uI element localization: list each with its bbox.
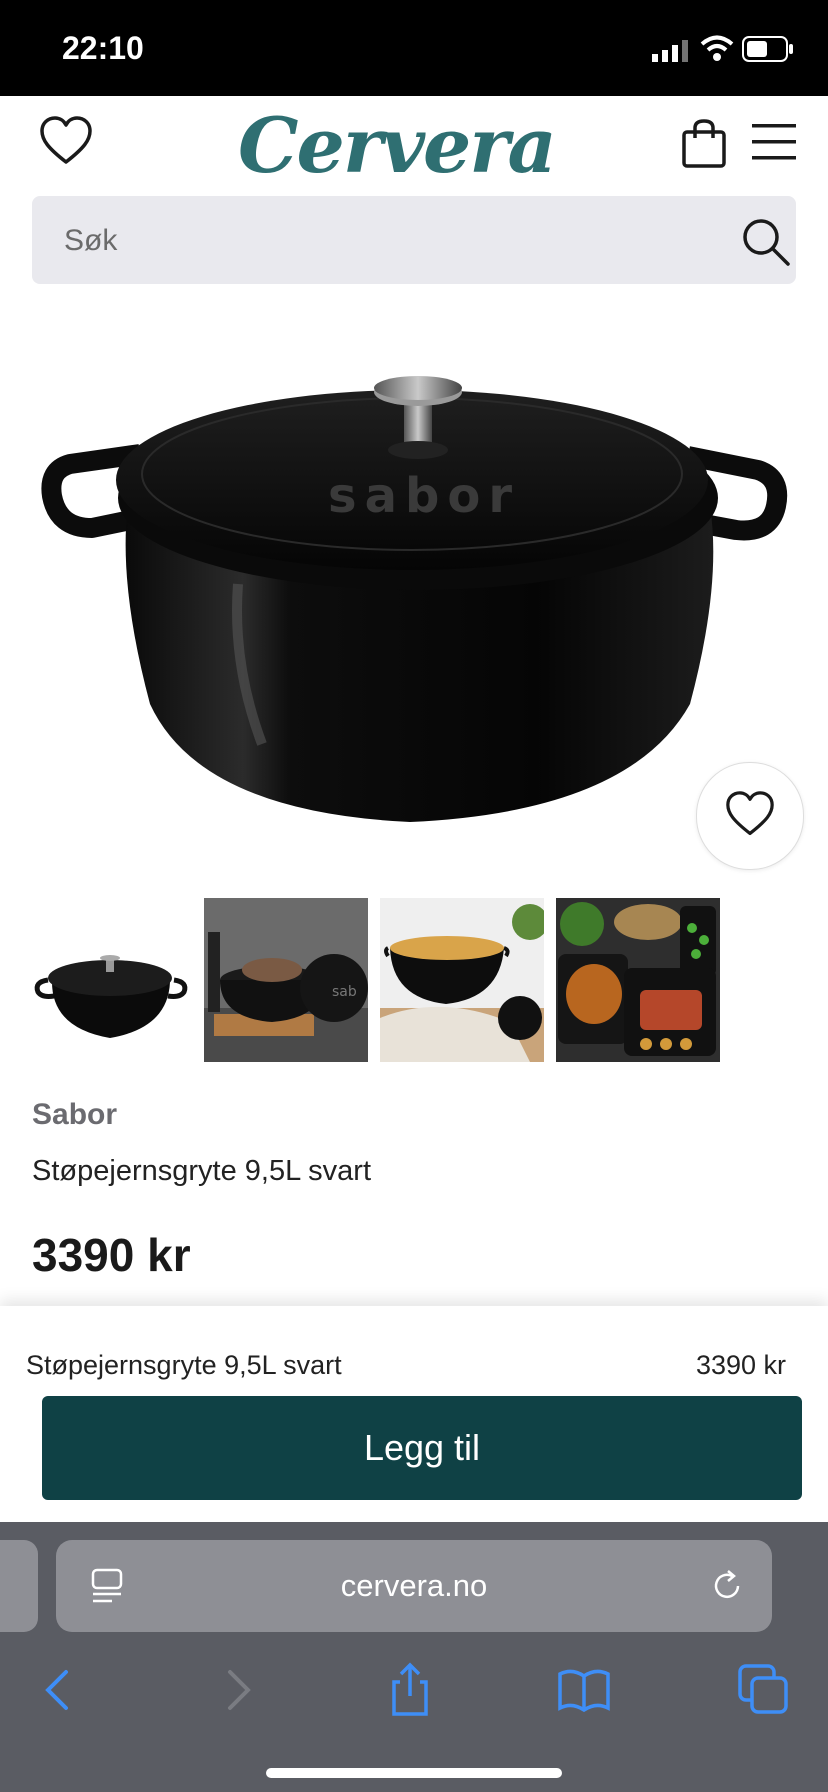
thumbnail-pot-image (28, 898, 192, 1062)
wishlist-button[interactable] (696, 762, 804, 870)
share-icon[interactable] (380, 1660, 440, 1720)
product-price: 3390 kr (32, 1229, 191, 1281)
heart-icon[interactable] (38, 114, 94, 170)
thumbnail-lifestyle-2-image (380, 898, 544, 1062)
shopping-bag-icon[interactable] (680, 118, 728, 170)
thumbnail-lifestyle-1[interactable]: sab (204, 898, 368, 1062)
svg-text:sabor: sabor (328, 468, 520, 524)
svg-text:sab: sab (332, 984, 357, 1000)
add-to-cart-button[interactable]: Legg til (42, 1396, 802, 1500)
product-title: Støpejernsgryte 9,5L svart (32, 1155, 372, 1187)
heart-icon (726, 791, 774, 836)
address-bar[interactable]: cervera.no (56, 1540, 772, 1632)
sticky-buy-bar: Støpejernsgryte 9,5L svart 3390 kr Legg … (0, 1306, 828, 1522)
search-placeholder: Søk (64, 224, 118, 257)
tabs-icon[interactable] (734, 1660, 794, 1720)
thumbnail-lifestyle-2[interactable] (380, 898, 544, 1062)
search-icon[interactable] (740, 216, 792, 268)
home-indicator (266, 1768, 562, 1778)
reload-icon[interactable] (710, 1568, 746, 1604)
wifi-icon (700, 35, 734, 61)
address-bar-domain: cervera.no (340, 1568, 488, 1603)
buy-bar-product-name: Støpejernsgryte 9,5L svart (26, 1350, 342, 1380)
search-input[interactable]: Søk (32, 196, 796, 284)
thumbnail-lifestyle-3-image (556, 898, 720, 1062)
site-logo[interactable]: Cervera (238, 106, 557, 186)
thumbnail-lifestyle-3[interactable] (556, 898, 720, 1062)
status-time: 22:10 (62, 30, 144, 66)
thumbnail-lifestyle-1-image: sab (204, 898, 368, 1062)
buy-bar-price: 3390 kr (695, 1350, 786, 1380)
back-icon[interactable] (30, 1660, 90, 1720)
product-brand[interactable]: Sabor (32, 1098, 117, 1132)
previous-tab-preview[interactable] (0, 1540, 38, 1632)
status-bar: 22:10 (0, 0, 828, 96)
forward-icon[interactable] (206, 1660, 266, 1720)
bookmarks-icon[interactable] (554, 1660, 614, 1720)
hamburger-menu-icon[interactable] (752, 120, 796, 164)
cast-iron-pot-image: sabor (41, 376, 788, 822)
product-image[interactable]: sabor (0, 284, 828, 870)
site-header: Cervera (0, 96, 828, 196)
cellular-signal-icon (652, 40, 688, 62)
thumbnail-pot[interactable] (28, 898, 192, 1062)
battery-icon (742, 36, 793, 62)
browser-toolbar: cervera.no (0, 1522, 828, 1792)
thumbnail-gallery: sab (28, 898, 728, 1064)
